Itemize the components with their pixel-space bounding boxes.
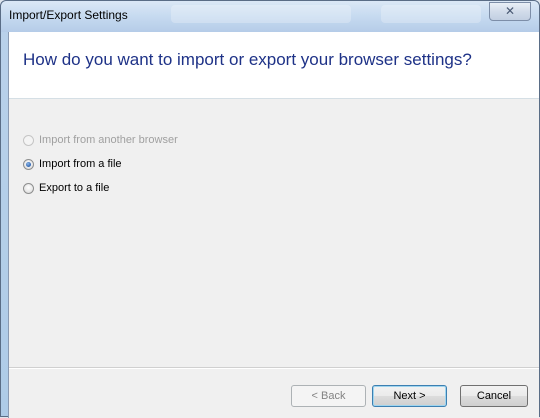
title-bar[interactable]: Import/Export Settings ✕ [1, 1, 539, 32]
option-label[interactable]: Import from a file [39, 158, 122, 170]
radio-button-icon[interactable] [23, 158, 34, 170]
option-import-from-file[interactable]: Import from a file [23, 152, 178, 176]
page-heading: How do you want to import or export your… [23, 50, 472, 69]
option-label[interactable]: Export to a file [39, 182, 109, 194]
window-title: Import/Export Settings [9, 8, 128, 22]
cancel-button[interactable]: Cancel [460, 385, 528, 407]
option-label: Import from another browser [39, 134, 178, 146]
close-button[interactable]: ✕ [489, 2, 531, 21]
radio-button-icon [23, 134, 34, 146]
next-button[interactable]: Next > [372, 385, 447, 407]
header-pane: How do you want to import or export your… [9, 32, 539, 99]
close-icon: ✕ [504, 4, 516, 18]
dialog-client-area: How do you want to import or export your… [8, 32, 539, 418]
option-import-from-browser: Import from another browser [23, 128, 178, 152]
radio-button-icon[interactable] [23, 182, 34, 194]
option-export-to-file[interactable]: Export to a file [23, 176, 178, 200]
footer-divider [9, 367, 539, 369]
option-group: Import from another browser Import from … [23, 128, 178, 200]
radio-selected-dot [26, 161, 31, 167]
blurred-background-tab [171, 5, 351, 23]
import-export-dialog: Import/Export Settings ✕ How do you want… [0, 0, 540, 418]
blurred-background-tab [381, 5, 481, 23]
back-button: < Back [291, 385, 366, 407]
